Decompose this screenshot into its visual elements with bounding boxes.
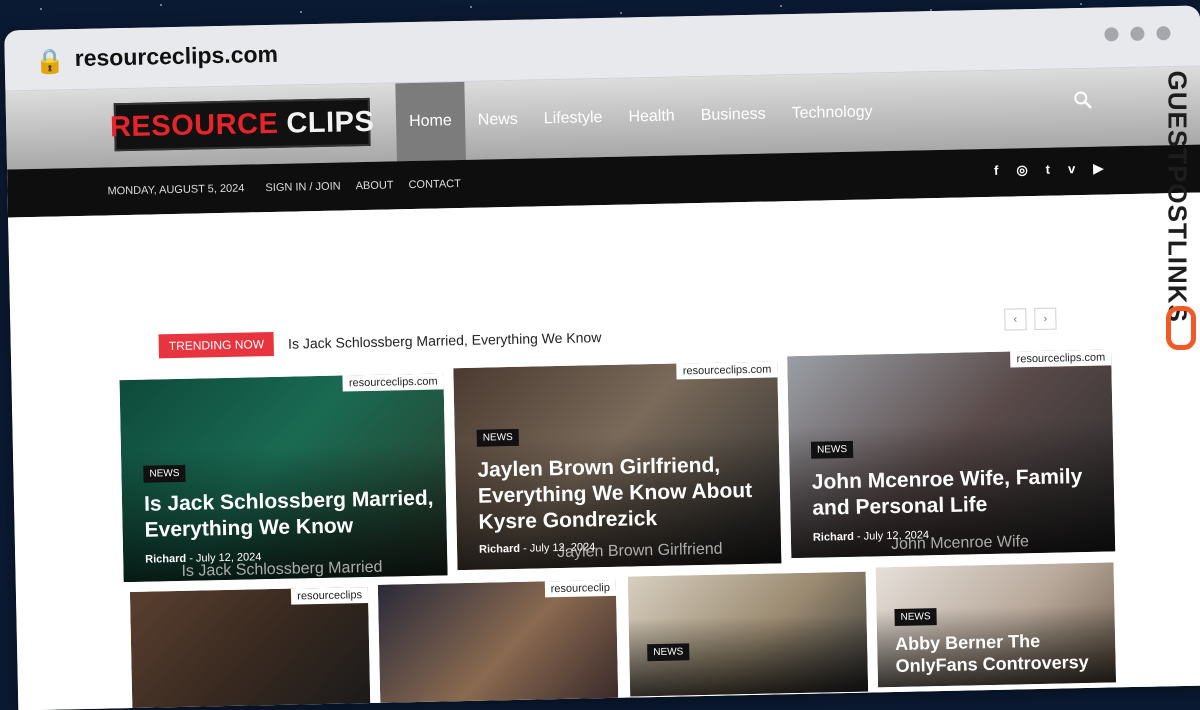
- article-card[interactable]: resourceclips.com NEWS Is Jack Schlossbe…: [119, 373, 448, 583]
- chain-link-icon: [1166, 306, 1196, 350]
- next-arrow-icon[interactable]: ›: [1034, 307, 1057, 331]
- twitter-icon[interactable]: t: [1046, 162, 1051, 178]
- logo-white-text: CLIPS: [286, 105, 375, 140]
- watermark: resourceclip: [544, 579, 617, 598]
- article-image: [377, 579, 619, 705]
- social-links: f ◎ t v ▶: [994, 161, 1104, 179]
- trending-headline[interactable]: Is Jack Schlossberg Married, Everything …: [288, 329, 602, 352]
- watermark: resourceclips: [291, 587, 369, 605]
- image-caption: John Mcenroe Wife: [890, 533, 1030, 554]
- instagram-icon[interactable]: ◎: [1016, 162, 1028, 178]
- category-badge[interactable]: NEWS: [143, 464, 186, 483]
- nav-item-news[interactable]: News: [464, 81, 532, 160]
- window-controls: [1104, 26, 1171, 42]
- prev-arrow-icon[interactable]: ‹: [1004, 308, 1027, 331]
- article-card[interactable]: resourceclips.com NEWS Jaylen Brown Girl…: [453, 361, 782, 571]
- watermark: resourceclips.com: [342, 373, 444, 392]
- browser-window: 🔒 resourceclips.com RESOURCE CLIPS Home …: [4, 5, 1200, 710]
- current-date: MONDAY, AUGUST 5, 2024: [107, 182, 245, 198]
- article-image: [129, 587, 371, 710]
- top-links: SIGN IN / JOIN ABOUT CONTACT: [265, 178, 461, 194]
- watermark: resourceclips.com: [1010, 349, 1112, 368]
- lock-icon: 🔒: [34, 48, 65, 76]
- article-card[interactable]: NEWS: [627, 571, 869, 697]
- main-nav: Home News Lifestyle Health Business Tech…: [395, 73, 887, 162]
- image-caption: Jaylen Brown Girlfriend: [557, 540, 723, 562]
- window-dot-3[interactable]: [1156, 26, 1171, 41]
- category-badge[interactable]: NEWS: [476, 428, 519, 447]
- article-card[interactable]: resourceclips: [129, 587, 371, 710]
- article-title[interactable]: Is Jack Schlossberg Married, Everything …: [144, 486, 434, 544]
- category-badge[interactable]: NEWS: [810, 440, 854, 459]
- url-text[interactable]: resourceclips.com: [74, 41, 278, 72]
- logo-red-text: RESOURCE: [109, 107, 279, 143]
- side-brand-text: GUESTPOSTLINKS: [1162, 70, 1193, 323]
- category-badge[interactable]: NEWS: [894, 608, 937, 627]
- nav-item-technology[interactable]: Technology: [778, 73, 887, 153]
- trending-bar: TRENDING NOW Is Jack Schlossberg Married…: [158, 325, 602, 359]
- article-card[interactable]: NEWS Abby Berner The OnlyFans Controvers…: [875, 562, 1117, 688]
- side-brand: GUESTPOSTLINKS: [1162, 60, 1196, 350]
- article-card[interactable]: resourceclip: [377, 579, 619, 705]
- window-dot-1[interactable]: [1104, 27, 1119, 42]
- trending-arrows: ‹ ›: [1004, 307, 1057, 331]
- image-caption: Is Jack Schlossberg Married: [181, 558, 383, 580]
- nav-item-health[interactable]: Health: [615, 77, 689, 156]
- nav-item-lifestyle[interactable]: Lifestyle: [530, 79, 616, 159]
- nav-item-home[interactable]: Home: [395, 81, 466, 162]
- article-card[interactable]: resourceclips.com NEWS John Mcenroe Wife…: [787, 349, 1116, 559]
- window-dot-2[interactable]: [1130, 26, 1145, 41]
- youtube-icon[interactable]: ▶: [1093, 161, 1103, 177]
- category-badge[interactable]: NEWS: [647, 643, 690, 662]
- main-content: TRENDING NOW Is Jack Schlossberg Married…: [8, 192, 1200, 710]
- facebook-icon[interactable]: f: [994, 163, 999, 179]
- watermark: resourceclips.com: [676, 361, 778, 380]
- article-title[interactable]: Jaylen Brown Girlfriend, Everything We K…: [477, 452, 753, 536]
- search-icon[interactable]: [1074, 91, 1092, 114]
- nav-item-business[interactable]: Business: [687, 75, 780, 155]
- trending-label: TRENDING NOW: [158, 331, 275, 359]
- sign-in-link[interactable]: SIGN IN / JOIN: [265, 181, 340, 195]
- about-link[interactable]: ABOUT: [356, 179, 394, 192]
- contact-link[interactable]: CONTACT: [408, 178, 461, 191]
- site-logo[interactable]: RESOURCE CLIPS: [110, 97, 375, 152]
- article-title[interactable]: John Mcenroe Wife, Family and Personal L…: [812, 464, 1084, 522]
- vimeo-icon[interactable]: v: [1068, 161, 1076, 177]
